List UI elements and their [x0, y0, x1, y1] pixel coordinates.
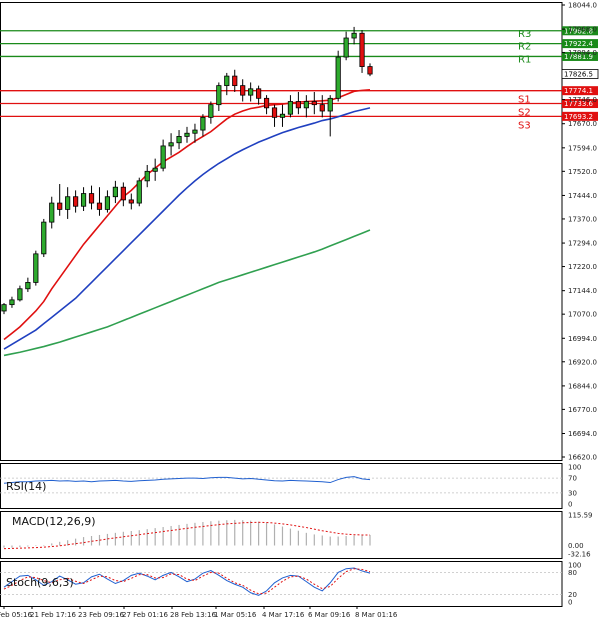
candle-down — [88, 193, 95, 204]
y-tick-label: 16994.0 — [568, 335, 597, 343]
candle-down — [359, 32, 365, 67]
rsi-y-tick-label: 70 — [568, 475, 577, 483]
macd-title: MACD(12,26,9) — [12, 515, 96, 528]
candle-up — [136, 180, 142, 204]
candle-up — [248, 88, 254, 96]
y-tick-label: 16770.0 — [568, 406, 597, 414]
stoch-y-tick-label: 80 — [568, 569, 577, 577]
resistance-label-r2: R2 — [518, 42, 531, 53]
candle-up — [1, 304, 7, 312]
x-tick-label: 4 Mar 17:16 — [262, 611, 305, 619]
candle-up — [49, 202, 55, 223]
macd-y-tick-label: 0.00 — [568, 542, 584, 550]
candle-down — [73, 196, 79, 207]
stoch-y-tick-label: 0 — [568, 599, 572, 607]
x-tick-label: 8 Mar 01:16 — [355, 611, 398, 619]
resistance-label-r1: R1 — [518, 54, 531, 65]
candle-up — [152, 167, 158, 172]
candle-down — [311, 101, 317, 106]
candle-up — [287, 101, 294, 115]
y-tick-label: 17070.0 — [568, 311, 597, 319]
candle-up — [184, 132, 190, 137]
resistance-label-r3: R3 — [518, 29, 531, 40]
candle-down — [120, 186, 126, 201]
x-tick-label: 1 Mar 05:16 — [214, 611, 257, 619]
x-tick-label: 21 Feb 17:16 — [30, 611, 76, 619]
candle-up — [112, 186, 118, 198]
candle-up — [351, 32, 357, 39]
panel-frame-rsi — [0, 463, 563, 509]
rsi-y-tick-label: 100 — [568, 464, 581, 472]
candle-up — [343, 37, 349, 58]
y-tick-label: 16844.0 — [568, 382, 597, 390]
current-price-tag: 17826.5 — [564, 71, 593, 79]
x-tick-label: 19 Feb 05:16 — [0, 611, 32, 619]
candle-up — [192, 129, 198, 134]
candle-down — [367, 66, 373, 75]
y-tick-label: 17746.0 — [568, 96, 597, 104]
y-tick-label: 17294.0 — [568, 240, 597, 248]
y-tick-label: 17220.0 — [568, 263, 597, 271]
candle-down — [57, 202, 63, 210]
candle-down — [96, 202, 103, 210]
resistance-price-tag: 17922.4 — [564, 40, 593, 48]
y-tick-label: 17670.0 — [568, 120, 597, 128]
y-tick-label: 17594.0 — [568, 144, 597, 152]
candle-up — [25, 282, 31, 290]
panel-frame-stoch — [0, 561, 563, 607]
chart-root: R3 17962.8 R2 17922.4 R1 17881.9 S1 17774.1 S2 17… — [0, 0, 600, 622]
candle-up — [176, 136, 182, 144]
candle-up — [160, 145, 166, 169]
support-label-s3: S3 — [518, 120, 531, 131]
candle-up — [33, 253, 39, 283]
candle-up — [303, 101, 309, 109]
candle-up — [65, 196, 71, 210]
candle-down — [128, 199, 134, 204]
candle-up — [80, 193, 87, 207]
rsi-y-tick-label: 30 — [568, 489, 577, 497]
candle-down — [240, 85, 246, 96]
x-tick-label: 28 Feb 13:16 — [170, 611, 216, 619]
y-tick-label: 17370.0 — [568, 215, 597, 223]
y-tick-label: 17894.0 — [568, 49, 597, 57]
y-tick-label: 18044.0 — [568, 2, 597, 10]
macd-y-tick-label: -32.16 — [568, 551, 591, 559]
y-tick-label: 17520.0 — [568, 168, 597, 176]
candle-up — [104, 196, 111, 210]
candle-up — [144, 170, 150, 182]
candle-down — [256, 88, 262, 99]
x-tick-label: 23 Feb 09:16 — [78, 611, 124, 619]
y-tick-label: 16620.0 — [568, 454, 597, 462]
candle-up — [216, 85, 222, 106]
support-price-tag: 17774.1 — [564, 87, 593, 95]
candle-up — [224, 75, 230, 87]
candle-up — [327, 97, 333, 112]
candle-down — [263, 97, 270, 109]
candle-up — [208, 104, 214, 118]
candle-down — [295, 101, 301, 109]
candle-up — [168, 142, 174, 147]
y-tick-label: 17144.0 — [568, 287, 597, 295]
rsi-title: RSI(14) — [6, 480, 46, 493]
candle-up — [200, 116, 206, 131]
candle-up — [279, 113, 286, 118]
macd-y-tick-label: 115.59 — [568, 512, 593, 520]
y-tick-label: 16694.0 — [568, 430, 597, 438]
candle-up — [335, 56, 341, 99]
y-tick-label: 17444.0 — [568, 192, 597, 200]
panel-frame-main — [0, 2, 563, 461]
candle-up — [41, 221, 47, 255]
stoch-title: Stoch(9,6,3) — [6, 576, 74, 589]
candle-down — [232, 75, 238, 87]
candle-up — [17, 288, 23, 301]
candle-down — [271, 107, 278, 118]
x-tick-label: 6 Mar 09:16 — [308, 611, 351, 619]
rsi-y-tick-label: 0 — [568, 501, 572, 509]
x-tick-label: 27 Feb 01:16 — [122, 611, 168, 619]
y-tick-label: 16920.0 — [568, 358, 597, 366]
chart-svg: R3 17962.8R2 17922.4R1 17881.9S117774.1S217… — [0, 2, 599, 619]
y-tick-label: 17968.0 — [568, 26, 597, 34]
candle-up — [9, 299, 15, 306]
candle-down — [319, 104, 325, 112]
